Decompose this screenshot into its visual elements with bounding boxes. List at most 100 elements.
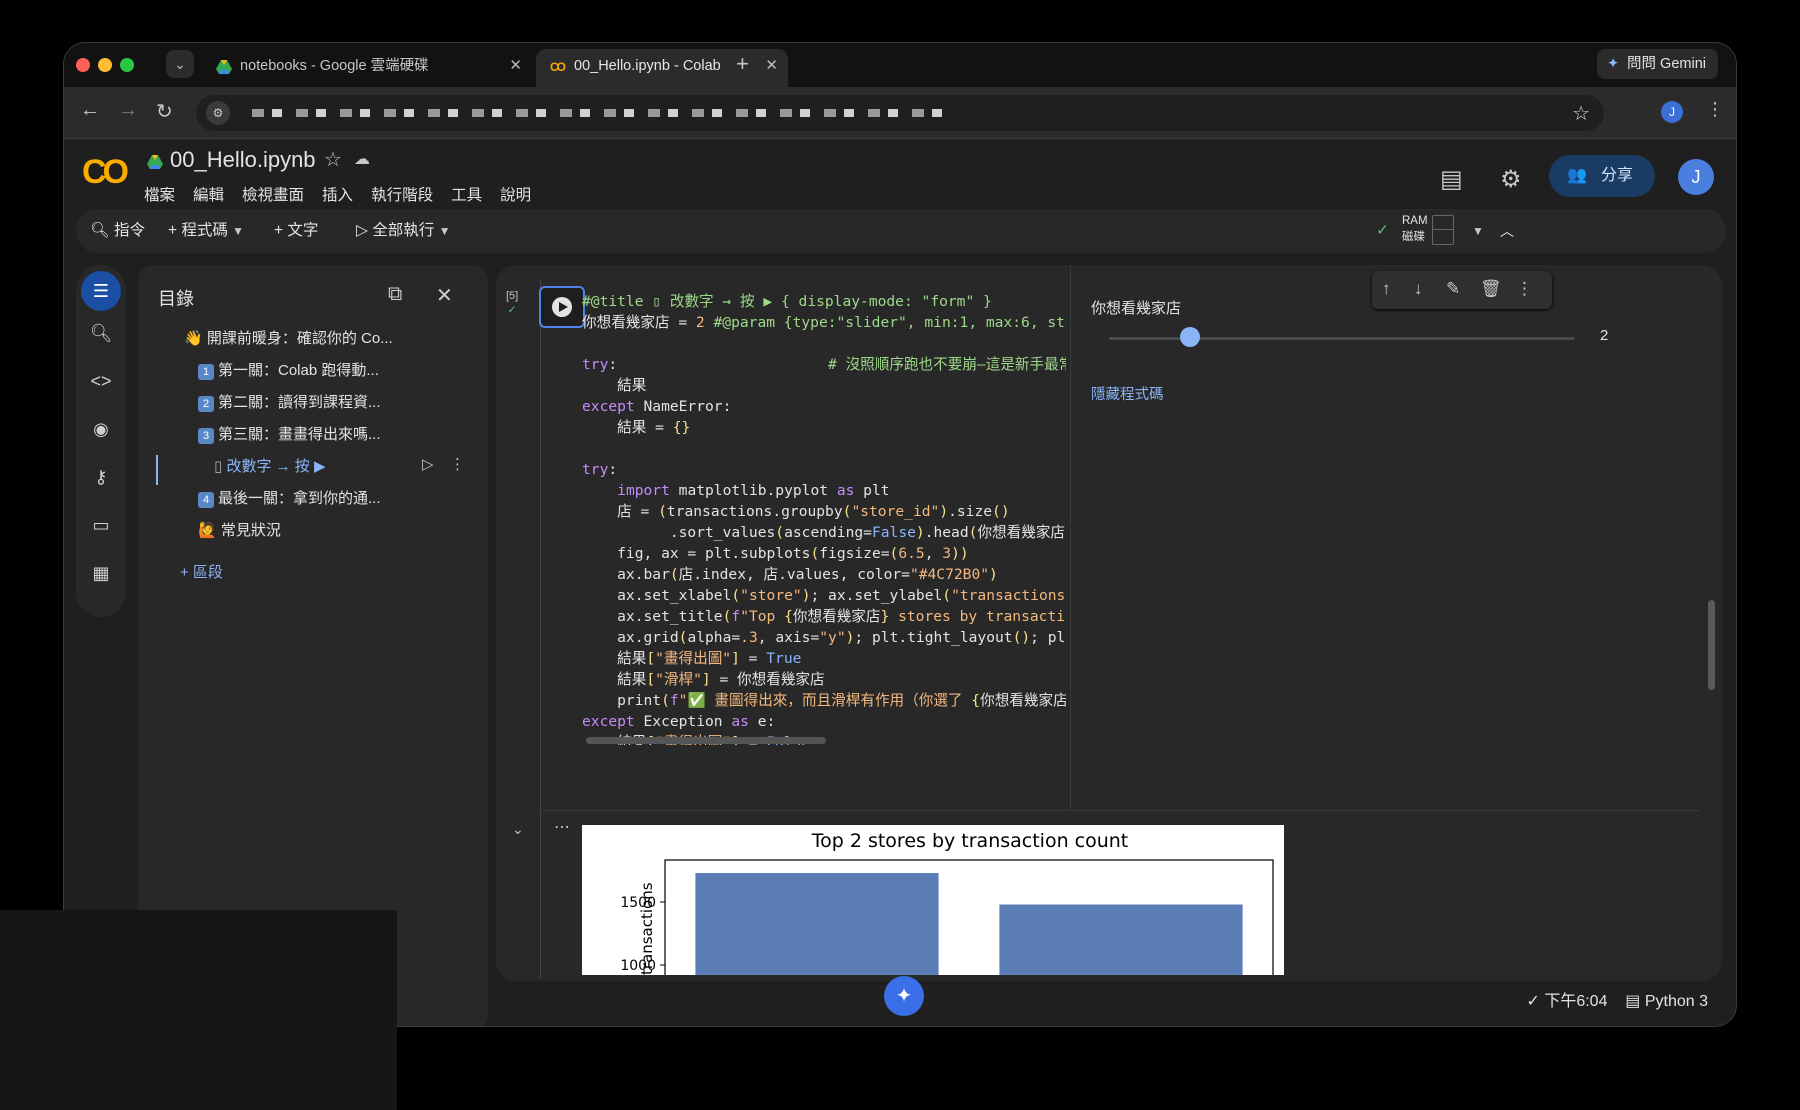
delete-trash-icon[interactable]: 🗑︎ [1480, 279, 1502, 299]
collapse-output-icon[interactable]: ⌄ [512, 821, 524, 838]
url-field[interactable]: ⚙ ☆ [196, 95, 1604, 131]
menu-help[interactable]: 說明 [500, 183, 531, 205]
runtime-label[interactable]: Python 3 [1645, 993, 1708, 1010]
toc-item-label: 第一關：Colab 跑得動... [218, 362, 379, 379]
close-window-button[interactable] [76, 58, 90, 72]
resource-indicator[interactable]: RAM 磁碟 [1402, 213, 1428, 245]
toc-item[interactable]: 1 第一關：Colab 跑得動... [198, 359, 379, 380]
profile-avatar[interactable]: J [1661, 101, 1683, 123]
slider-track[interactable] [1109, 337, 1575, 340]
number-badge: 4 [198, 492, 214, 508]
settings-gear-icon[interactable]: ⚙ [1500, 165, 1522, 194]
browser-window: ⌄ notebooks - Google 雲端硬碟 ✕ CO 00_Hello.… [63, 42, 1737, 1027]
selected-indicator [156, 455, 158, 485]
run-section-icon[interactable]: ▷ [422, 455, 434, 473]
menu-view[interactable]: 檢視畫面 [242, 183, 304, 205]
ask-gemini-button[interactable]: ✦ 問問 Gemini [1597, 49, 1718, 79]
cloud-save-icon[interactable]: ☁ [354, 149, 370, 169]
back-icon[interactable]: ← [80, 99, 100, 122]
exec-count: [5] [506, 290, 519, 302]
menu-runtime[interactable]: 執行階段 [371, 183, 433, 205]
more-options-icon[interactable]: ⋮ [1516, 279, 1533, 299]
form-divider [1070, 265, 1071, 810]
collapse-toolbar-icon[interactable]: ︿ [1500, 209, 1514, 253]
toc-item-selected[interactable]: ▯ 改數字 → 按 ▶ [214, 455, 325, 476]
chevron-down-icon[interactable]: ▼ [232, 224, 244, 238]
tab-label: notebooks - Google 雲端硬碟 [240, 58, 429, 74]
run-cell-button[interactable] [539, 286, 585, 328]
code-editor[interactable]: #@title ▯ 改數字 → 按 ▶ { display-mode: "for… [582, 291, 1066, 745]
move-up-icon[interactable]: ↑ [1382, 279, 1391, 299]
disk-label: 磁碟 [1402, 231, 1425, 243]
secrets-key-icon[interactable]: ⚷ [89, 465, 113, 489]
vertical-scrollbar[interactable] [1708, 600, 1715, 690]
hide-code-link[interactable]: 隱藏程式碼 [1091, 383, 1164, 404]
add-text-button[interactable]: + 文字 [274, 209, 318, 253]
notebook-title[interactable]: 00_Hello.ipynb [170, 147, 316, 173]
maximize-window-button[interactable] [120, 58, 134, 72]
menu-tools[interactable]: 工具 [451, 183, 482, 205]
close-tab-icon[interactable]: ✕ [509, 49, 522, 83]
minimize-window-button[interactable] [98, 58, 112, 72]
tab-drive[interactable]: notebooks - Google 雲端硬碟 ✕ [202, 49, 532, 87]
overlay-dark-region [0, 910, 397, 1110]
bookmark-star-icon[interactable]: ☆ [1572, 101, 1590, 126]
add-code-button[interactable]: + 程式碼 ▼ [168, 209, 244, 253]
colab-logo[interactable]: CO [82, 153, 129, 192]
exec-info: [5] ✓ [506, 289, 518, 317]
toc-icon[interactable]: ☰ [81, 271, 121, 311]
connected-check-icon: ✓ [1376, 222, 1389, 239]
toc-item-label: 改數字 → 按 ▶ [226, 458, 326, 475]
google-drive-icon[interactable] [146, 154, 164, 170]
gemini-icon: ✦ [1607, 56, 1620, 72]
find-replace-icon[interactable]: 🔍︎ [89, 321, 113, 345]
toc-item[interactable]: 2 第二關：讀得到課程資... [198, 391, 381, 412]
code-snippets-icon[interactable]: <> [89, 369, 113, 393]
browser-menu-icon[interactable]: ⋮ [1706, 99, 1724, 120]
new-tab-button[interactable]: + [736, 51, 749, 77]
close-tab-icon[interactable]: ✕ [765, 49, 778, 83]
ram-label: RAM [1402, 215, 1428, 227]
tab-colab[interactable]: CO 00_Hello.ipynb - Colab ✕ [536, 49, 788, 87]
run-all-button[interactable]: ▷ 全部執行 ▼ [356, 209, 450, 253]
share-button[interactable]: 👥 分享 [1549, 155, 1655, 197]
account-avatar[interactable]: J [1678, 159, 1714, 195]
form-param-label: 你想看幾家店 [1091, 300, 1182, 317]
data-table-icon[interactable]: ▦ [89, 561, 113, 585]
chevron-down-icon[interactable]: ▼ [439, 224, 451, 238]
forward-icon[interactable]: → [118, 99, 138, 122]
toc-item[interactable]: 🙋 常見狀況 [198, 519, 281, 540]
people-icon: 👥 [1567, 167, 1587, 184]
google-drive-icon [216, 60, 232, 74]
toc-item[interactable]: 👋 開課前暖身：確認你的 Co... [184, 327, 393, 348]
commands-button[interactable]: 🔍︎ 指令 [90, 209, 145, 253]
chevron-down-icon[interactable]: ▼ [1472, 209, 1484, 253]
edit-pencil-icon[interactable]: ✎ [1446, 279, 1460, 299]
open-in-tab-icon[interactable]: ⧉ [388, 283, 402, 306]
search-icon: 🔍︎ [90, 222, 110, 239]
comment-icon[interactable]: ▤ [1440, 165, 1463, 194]
tab-search-button[interactable]: ⌄ [166, 50, 194, 78]
variables-icon[interactable]: ◉ [89, 417, 113, 441]
output-actions-icon[interactable]: ⋯ [554, 817, 570, 837]
star-icon[interactable]: ☆ [324, 147, 342, 172]
slider-thumb[interactable] [1180, 327, 1200, 347]
site-settings-icon[interactable]: ⚙ [206, 101, 230, 125]
menu-file[interactable]: 檔案 [144, 183, 175, 205]
menu-insert[interactable]: 插入 [322, 183, 353, 205]
reload-icon[interactable]: ↻ [156, 99, 173, 124]
horizontal-scrollbar[interactable] [586, 737, 826, 744]
gemini-fab[interactable]: ✦ [884, 976, 924, 1016]
play-icon: ▷ [356, 222, 368, 239]
toc-item[interactable]: 4 最後一關：拿到你的通... [198, 487, 381, 508]
more-options-icon[interactable]: ⋮ [450, 455, 465, 473]
menu-edit[interactable]: 編輯 [193, 183, 224, 205]
move-down-icon[interactable]: ↓ [1414, 279, 1423, 299]
close-icon[interactable]: ✕ [436, 283, 453, 308]
toc-item[interactable]: 3 第三關：畫畫得出來嗎... [198, 423, 381, 444]
add-section-button[interactable]: + 區段 [180, 561, 223, 582]
number-badge: 2 [198, 396, 214, 412]
menu-bar: 檔案 編輯 檢視畫面 插入 執行階段 工具 說明 [144, 183, 531, 205]
resource-bars [1432, 215, 1454, 245]
files-folder-icon[interactable]: ▭ [89, 513, 113, 537]
